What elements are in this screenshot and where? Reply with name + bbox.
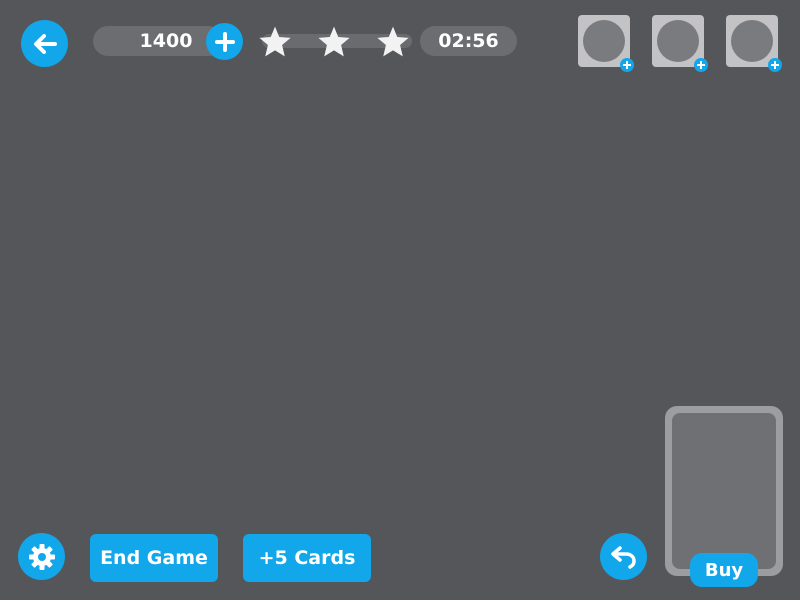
star-icon (317, 25, 351, 58)
star-icon (258, 25, 292, 58)
gear-icon (28, 543, 55, 570)
undo-button[interactable] (600, 533, 647, 580)
plus-icon (214, 31, 235, 52)
star-icon (376, 25, 410, 58)
undo-arrow-icon (610, 545, 636, 569)
settings-button[interactable] (18, 533, 65, 580)
plus-icon[interactable] (694, 58, 708, 72)
card-deck[interactable] (665, 406, 783, 576)
slot-placeholder (583, 20, 625, 62)
deck-placeholder (672, 413, 776, 569)
plus-icon[interactable] (620, 58, 634, 72)
plus-icon[interactable] (768, 58, 782, 72)
back-arrow-icon (33, 33, 57, 54)
slot-placeholder (731, 20, 773, 62)
plus-five-cards-button[interactable]: +5 Cards (243, 534, 371, 582)
back-button[interactable] (21, 20, 68, 67)
timer-display: 02:56 (420, 26, 517, 56)
score-display: 1400 (93, 26, 223, 56)
end-game-button[interactable]: End Game (90, 534, 218, 582)
buy-button[interactable]: Buy (690, 553, 758, 587)
score-value: 1400 (139, 30, 193, 52)
add-coins-button[interactable] (206, 23, 243, 60)
slot-placeholder (657, 20, 699, 62)
